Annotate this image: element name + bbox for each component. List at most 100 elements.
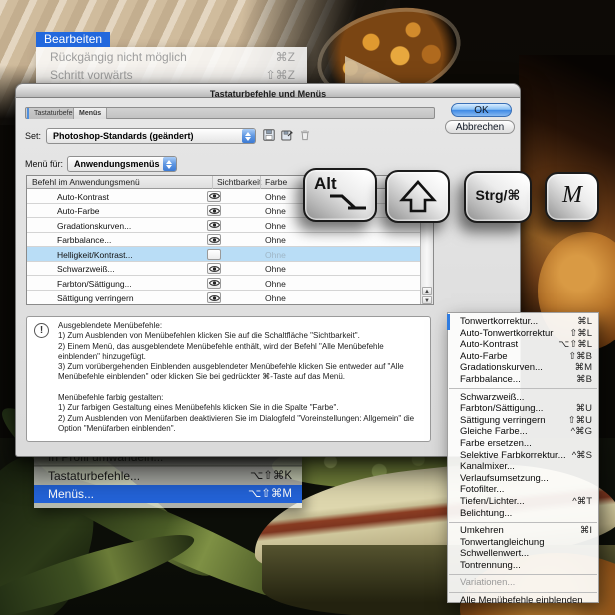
edit-menu-panel-top: Rückgängig nicht möglich ⌘Z Schritt vorwär… <box>36 47 307 85</box>
dialog-titlebar[interactable]: Tastaturbefehle und Menüs <box>16 84 520 99</box>
menu-edge-accent <box>447 314 450 330</box>
menu-separator <box>449 388 597 390</box>
menu-item-umkehren[interactable]: Umkehren ⌘I <box>448 525 598 537</box>
command-label: Gradationskurven... <box>57 220 132 231</box>
menu-item-s-ttigung-verringern[interactable]: Sättigung verringern ⇧⌘U <box>448 415 598 427</box>
table-row[interactable]: Helligkeit/Kontrast... Ohne <box>27 247 420 262</box>
menu-item-label: Schwarzweiß... <box>460 391 525 403</box>
menu-item-shortcut: ⌘M <box>574 362 592 374</box>
menu-item-shortcut: ^⌘T <box>572 495 592 507</box>
menu-item-alle-men-befehle-einblenden[interactable]: Alle Menübefehle einblenden <box>448 595 598 607</box>
visibility-toggle[interactable] <box>207 205 221 216</box>
menu-item-shortcut: ^⌘S <box>571 449 592 461</box>
set-label: Set: <box>25 131 42 141</box>
menu-item-auto-tonwertkorrektur[interactable]: Auto-Tonwertkorrektur ⇧⌘L <box>448 328 598 340</box>
table-row[interactable]: Farbbalance... Ohne <box>27 232 420 247</box>
menu-item-farbton-s-ttigung-[interactable]: Farbton/Sättigung... ⌘U <box>448 403 598 415</box>
menu-item-belichtung-[interactable]: Belichtung... <box>448 508 598 520</box>
strg-cmd-keycap: Strg/⌘ <box>464 171 532 223</box>
color-cell[interactable]: Ohne <box>265 250 286 260</box>
info-text: Ausgeblendete Menübefehle: 1) Zum Ausble… <box>58 321 415 433</box>
shift-arrow-icon <box>398 179 437 212</box>
warning-icon: ! <box>34 323 49 338</box>
menu-item-verlaufsumsetzung-[interactable]: Verlaufsumsetzung... <box>448 473 598 485</box>
visibility-eye-icon <box>208 207 220 214</box>
menu-separator <box>449 521 597 523</box>
menu-item-variationen-[interactable]: Variationen... <box>448 577 598 589</box>
command-label: Sättigung verringern <box>57 293 134 303</box>
menu-item[interactable]: Rückgängig nicht möglich ⌘Z <box>36 50 307 65</box>
menu-item-kanalmixer-[interactable]: Kanalmixer... <box>448 461 598 473</box>
color-cell[interactable]: Ohne <box>265 192 286 202</box>
menu-item-tonwertangleichung[interactable]: Tonwertangleichung <box>448 537 598 549</box>
menu-separator <box>449 573 597 575</box>
menu-item-farbe-ersetzen-[interactable]: Farbe ersetzen... <box>448 438 598 450</box>
menu-item-fotofilter-[interactable]: Fotofilter... <box>448 484 598 496</box>
color-cell[interactable]: Ohne <box>265 206 286 216</box>
menu-item-label: Menüs... <box>48 487 95 501</box>
color-cell[interactable]: Ohne <box>265 293 286 303</box>
menu-item-tonwertkorrektur-[interactable]: Tonwertkorrektur... ⌘L <box>448 316 598 328</box>
menu-item[interactable]: Schritt vorwärts ⇧⌘Z <box>36 68 307 83</box>
shift-keycap <box>385 170 450 223</box>
menu-item-tontrennung-[interactable]: Tontrennung... <box>448 560 598 572</box>
tab-menues[interactable]: Menüs <box>73 108 108 119</box>
menu-item-selektive-farbkorrektur-[interactable]: Selektive Farbkorrektur... ^⌘S <box>448 450 598 462</box>
menu-item-label: Variationen... <box>460 577 516 589</box>
save-set-as-icon[interactable] <box>280 128 294 142</box>
visibility-eye-icon <box>208 280 220 286</box>
menu-item-label: Auto-Tonwertkorrektur <box>460 327 554 339</box>
visibility-toggle[interactable] <box>207 234 221 245</box>
menu-item-label: Selektive Farbkorrektur... <box>460 449 566 461</box>
menu-for-dropdown[interactable]: Anwendungsmenüs <box>67 156 177 172</box>
menubar-item-bearbeiten[interactable]: Bearbeiten <box>36 32 111 47</box>
color-cell[interactable]: Ohne <box>265 235 286 245</box>
menu-item-label: Farbe ersetzen... <box>460 437 532 449</box>
menu-item-label: Tonwertkorrektur... <box>460 316 539 327</box>
menu-item-label: Auto-Farbe <box>460 350 508 362</box>
color-cell[interactable]: Ohne <box>265 264 286 274</box>
visibility-toggle[interactable] <box>207 292 221 303</box>
menu-item-farbbalance-[interactable]: Farbbalance... ⌘B <box>448 374 598 386</box>
cancel-button[interactable]: Abbrechen <box>445 120 515 134</box>
visibility-eye-icon <box>208 265 220 272</box>
save-set-icon[interactable] <box>262 128 276 142</box>
visibility-toggle[interactable] <box>207 263 221 274</box>
info-box: ! Ausgeblendete Menübefehle: 1) Zum Ausb… <box>26 316 431 442</box>
color-cell[interactable]: Ohne <box>265 221 286 231</box>
color-cell[interactable]: Ohne <box>265 279 286 289</box>
menu-separator <box>449 591 597 593</box>
ok-button[interactable]: OK <box>451 103 512 117</box>
menu-for-dropdown-value: Anwendungsmenüs <box>74 159 160 169</box>
table-row[interactable]: Schwarzweiß... Ohne <box>27 261 420 276</box>
menu-item-shortcut: ⇧⌘L <box>569 327 592 339</box>
menu-item-label: Tonwertangleichung <box>460 536 545 548</box>
menu-item-auto-farbe[interactable]: Auto-Farbe ⇧⌘B <box>448 351 598 363</box>
table-row[interactable]: Farbton/Sättigung... Ohne <box>27 276 420 291</box>
menu-item-tiefen-lichter-[interactable]: Tiefen/Lichter... ^⌘T <box>448 496 598 508</box>
visibility-toggle[interactable] <box>207 248 221 260</box>
menu-item-label: Gradationskurven... <box>460 362 543 374</box>
set-dropdown[interactable]: Photoshop-Standards (geändert) <box>46 128 256 144</box>
scroll-down-icon[interactable]: ▼ <box>422 296 432 304</box>
visibility-toggle[interactable] <box>207 277 221 289</box>
menu-item-schwellenwert-[interactable]: Schwellenwert... <box>448 548 598 560</box>
menu-item-tastaturbefehle-[interactable]: Tastaturbefehle... ⌥⇧⌘K <box>34 468 302 485</box>
menu-item-label: Kanalmixer... <box>460 461 515 473</box>
menu-item-men-s-[interactable]: Menüs... ⌥⇧⌘M <box>34 485 302 503</box>
menu-item-shortcut: ⇧⌘B <box>568 350 592 362</box>
menu-item-gleiche-farbe-[interactable]: Gleiche Farbe... ^⌘G <box>448 426 598 438</box>
menu-item-gradationskurven-[interactable]: Gradationskurven... ⌘M <box>448 362 598 374</box>
menu-item-auto-kontrast[interactable]: Auto-Kontrast ⌥⇧⌘L <box>448 339 598 351</box>
visibility-toggle[interactable] <box>207 219 221 231</box>
strg-key-label: Strg/⌘ <box>475 187 521 203</box>
table-row[interactable]: Sättigung verringern Ohne <box>27 290 420 304</box>
menu-item-schwarzweiß-[interactable]: Schwarzweiß... <box>448 392 598 404</box>
visibility-eye-icon <box>208 236 220 243</box>
menu-item-label: Fotofilter... <box>460 484 505 496</box>
dropdown-stepper-icon <box>241 129 255 143</box>
visibility-toggle[interactable] <box>207 190 221 202</box>
tab-band: Tastaturbefehle Menüs <box>25 107 435 119</box>
delete-set-icon[interactable] <box>298 128 312 142</box>
scroll-up-icon[interactable]: ▲ <box>422 287 432 295</box>
